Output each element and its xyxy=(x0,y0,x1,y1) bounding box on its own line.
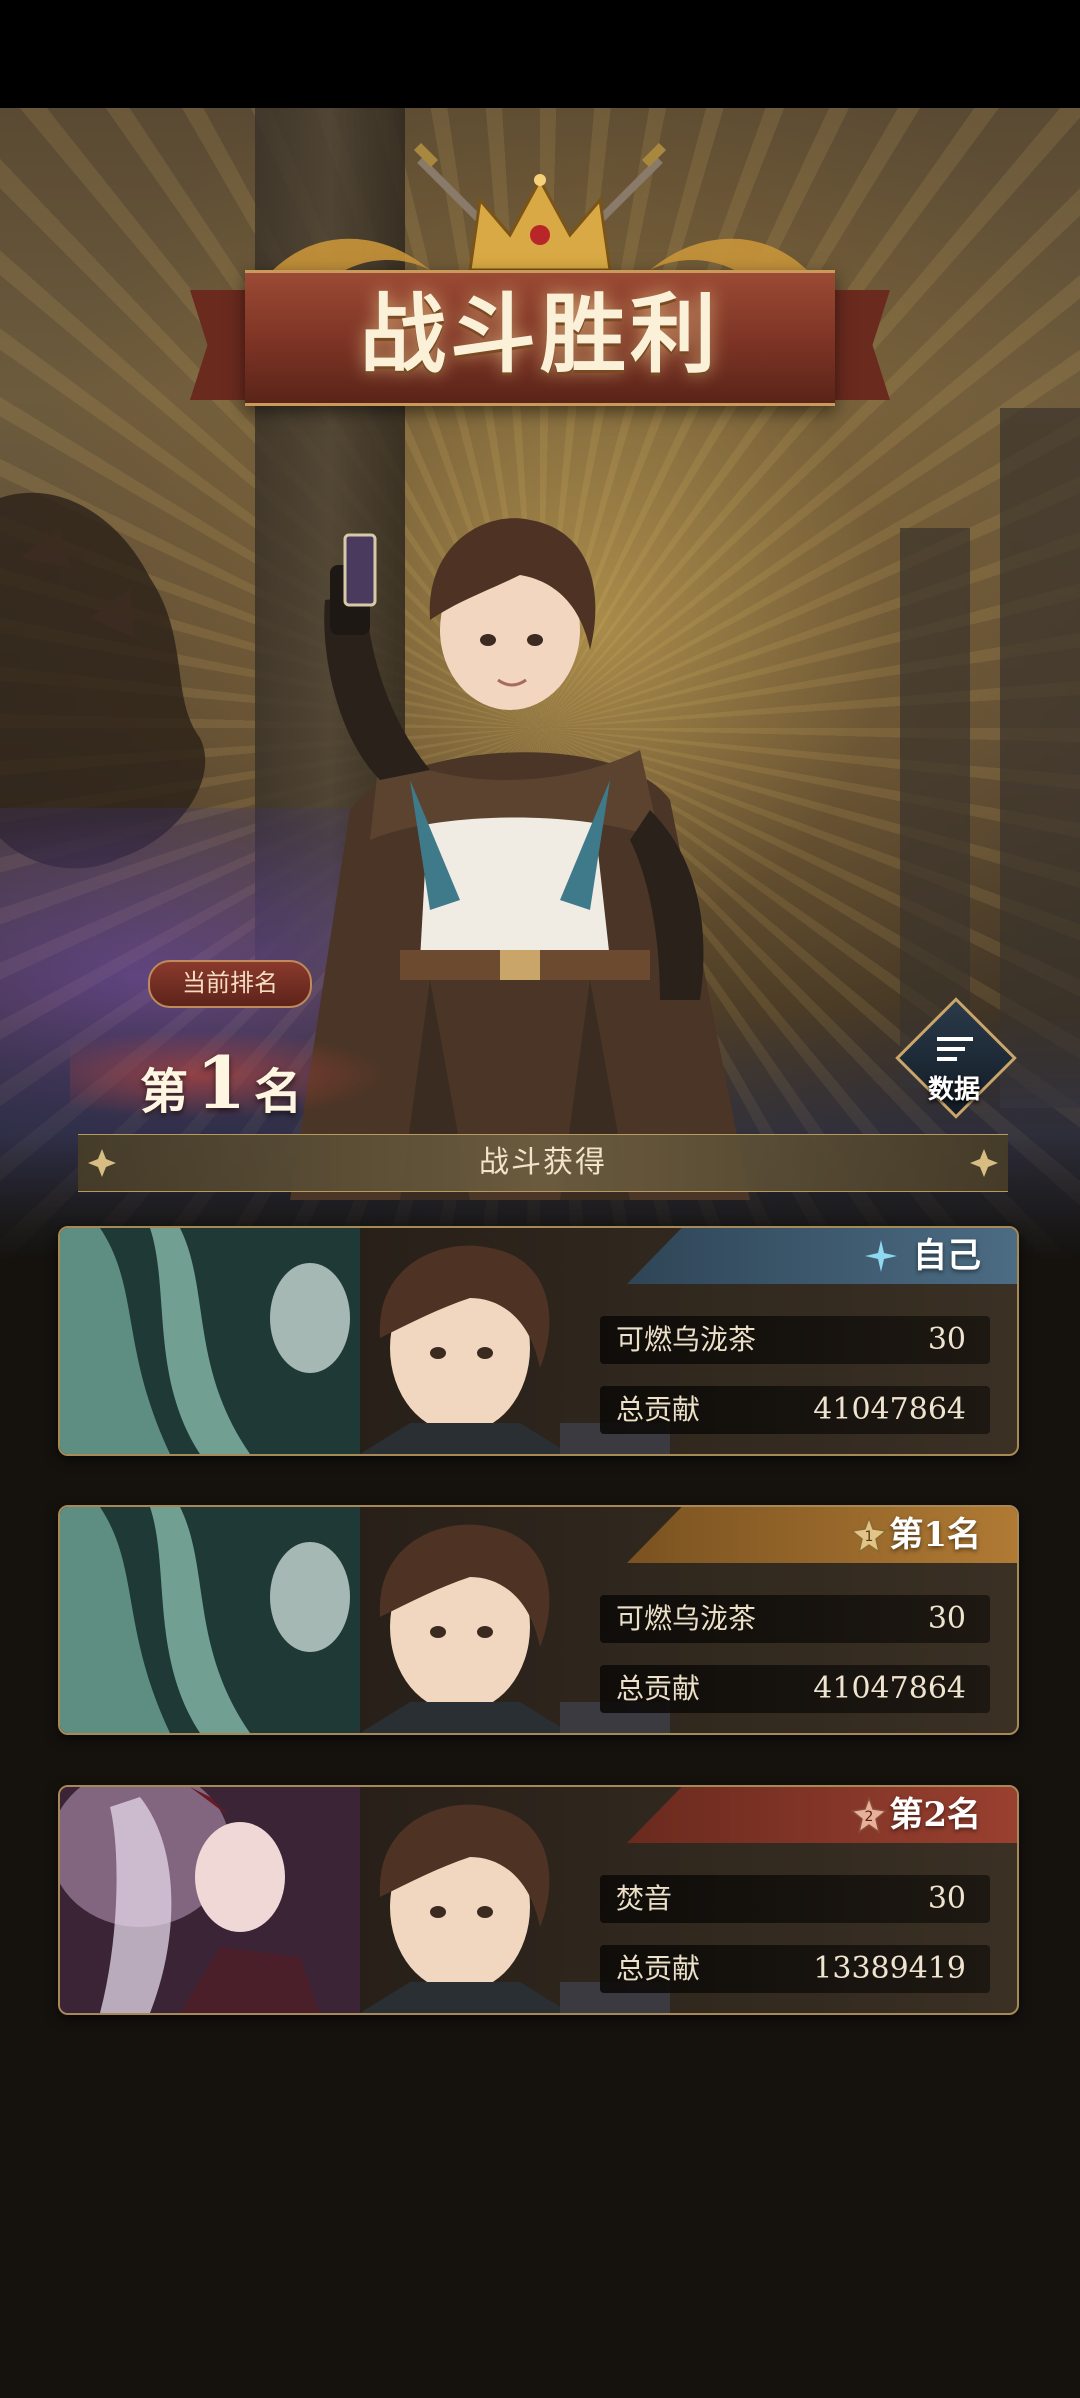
player-value: 30 xyxy=(927,1881,966,1916)
player-name: 可燃乌泷茶 xyxy=(616,1323,757,1356)
rank-1-result-card[interactable]: 1 第1名 可燃乌泷茶 30 总贡献 41047864 xyxy=(58,1505,1019,1735)
rank-2-badge-icon: 2 xyxy=(851,1797,887,1833)
rank-number: 1 xyxy=(196,1040,247,1125)
right-ornament-icon xyxy=(970,1149,998,1177)
battle-rewards-title: 战斗获得 xyxy=(479,1145,607,1180)
rank-2-result-card[interactable]: 2 第2名 焚音 30 总贡献 13389419 xyxy=(58,1785,1019,2015)
rank-1-tag: 1 第1名 xyxy=(627,1507,1017,1563)
contribution-label: 总贡献 xyxy=(616,1672,701,1705)
rank-2-tag-label: 第2名 xyxy=(889,1795,981,1835)
sparkle-icon xyxy=(865,1240,897,1272)
contribution-value: 41047864 xyxy=(813,1671,966,1706)
player-row: 焚音 30 xyxy=(600,1875,990,1923)
rank-prefix: 第 xyxy=(140,1064,189,1120)
rank-suffix: 名 xyxy=(254,1064,303,1120)
hero-character-art xyxy=(290,518,750,1200)
rank-1-tag-label: 第1名 xyxy=(889,1515,981,1555)
menu-lines-icon xyxy=(937,1037,973,1061)
contribution-value: 13389419 xyxy=(813,1951,966,1986)
current-rank-label: 当前排名 xyxy=(148,960,312,1008)
status-bar xyxy=(0,0,1080,108)
victory-title: 战斗胜利 xyxy=(360,284,720,385)
contribution-label: 总贡献 xyxy=(616,1952,701,1985)
player-name: 焚音 xyxy=(616,1882,673,1915)
svg-text:1: 1 xyxy=(865,1529,874,1545)
self-result-card[interactable]: 自己 可燃乌泷茶 30 总贡献 41047864 xyxy=(58,1226,1019,1456)
current-rank: 第 1 名 xyxy=(140,1040,302,1130)
player-name: 可燃乌泷茶 xyxy=(616,1602,757,1635)
battle-rewards-header: 战斗获得 xyxy=(78,1134,1008,1192)
support-character-portrait xyxy=(60,1228,360,1454)
contribution-row: 总贡献 41047864 xyxy=(600,1386,990,1434)
player-value: 30 xyxy=(927,1322,966,1357)
data-button[interactable]: 数据 xyxy=(895,997,1017,1119)
support-character-portrait xyxy=(60,1787,360,2013)
svg-text:2: 2 xyxy=(865,1809,874,1825)
player-row: 可燃乌泷茶 30 xyxy=(600,1316,990,1364)
self-tag: 自己 xyxy=(627,1228,1017,1284)
rank-1-badge-icon: 1 xyxy=(851,1517,887,1553)
victory-banner: 战斗胜利 xyxy=(190,140,890,430)
player-value: 30 xyxy=(927,1601,966,1636)
rank-2-tag: 2 第2名 xyxy=(627,1787,1017,1843)
contribution-label: 总贡献 xyxy=(616,1393,701,1426)
contribution-value: 41047864 xyxy=(813,1392,966,1427)
player-row: 可燃乌泷茶 30 xyxy=(600,1595,990,1643)
contribution-row: 总贡献 41047864 xyxy=(600,1665,990,1713)
contribution-row: 总贡献 13389419 xyxy=(600,1945,990,1993)
self-tag-label: 自己 xyxy=(913,1236,981,1276)
support-character-portrait xyxy=(60,1507,360,1733)
data-button-label: 数据 xyxy=(927,1075,980,1105)
